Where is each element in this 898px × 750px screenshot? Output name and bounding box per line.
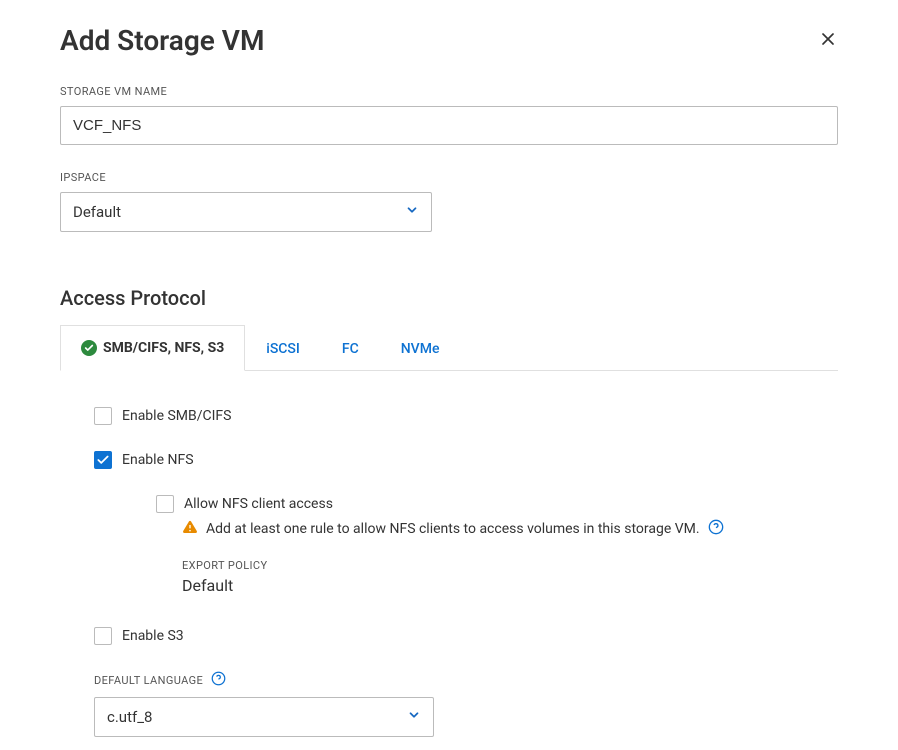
protocol-tabs: SMB/CIFS, NFS, S3 iSCSI FC NVMe <box>60 324 838 371</box>
enable-s3-label: Enable S3 <box>122 628 184 644</box>
svm-name-label: STORAGE VM NAME <box>60 85 838 98</box>
access-protocol-title: Access Protocol <box>60 286 838 310</box>
tab-label: NVMe <box>401 341 440 357</box>
close-icon[interactable] <box>818 29 838 53</box>
nfs-warning-text: Add at least one rule to allow NFS clien… <box>206 521 700 537</box>
allow-nfs-client-checkbox[interactable] <box>156 495 174 513</box>
enable-nfs-label: Enable NFS <box>122 452 194 468</box>
page-title: Add Storage VM <box>60 24 264 57</box>
ipspace-label: IPSPACE <box>60 171 838 184</box>
tab-label: FC <box>342 341 359 357</box>
default-language-label: DEFAULT LANGUAGE <box>94 671 838 689</box>
tab-fc[interactable]: FC <box>321 325 380 371</box>
help-icon[interactable] <box>708 519 724 539</box>
enable-smb-label: Enable SMB/CIFS <box>122 408 231 424</box>
tab-label: SMB/CIFS, NFS, S3 <box>103 340 224 356</box>
ipspace-select[interactable]: Default <box>60 192 432 232</box>
ipspace-value: Default <box>73 203 121 221</box>
svm-name-input[interactable] <box>60 106 838 145</box>
enable-smb-checkbox[interactable] <box>94 407 112 425</box>
allow-nfs-client-label: Allow NFS client access <box>184 496 333 512</box>
enable-s3-checkbox[interactable] <box>94 627 112 645</box>
tab-iscsi[interactable]: iSCSI <box>245 325 321 371</box>
check-circle-icon <box>81 340 97 356</box>
warning-icon <box>182 519 198 539</box>
tab-nvme[interactable]: NVMe <box>380 325 461 371</box>
chevron-down-icon <box>405 203 419 221</box>
export-policy-value: Default <box>182 576 838 595</box>
enable-nfs-checkbox[interactable] <box>94 451 112 469</box>
tab-smb-nfs-s3[interactable]: SMB/CIFS, NFS, S3 <box>60 325 245 371</box>
chevron-down-icon <box>407 708 421 726</box>
default-language-value: c.utf_8 <box>107 708 152 726</box>
tab-label: iSCSI <box>266 341 300 357</box>
export-policy-label: EXPORT POLICY <box>182 559 838 572</box>
help-icon[interactable] <box>211 671 226 689</box>
default-language-select[interactable]: c.utf_8 <box>94 697 434 737</box>
